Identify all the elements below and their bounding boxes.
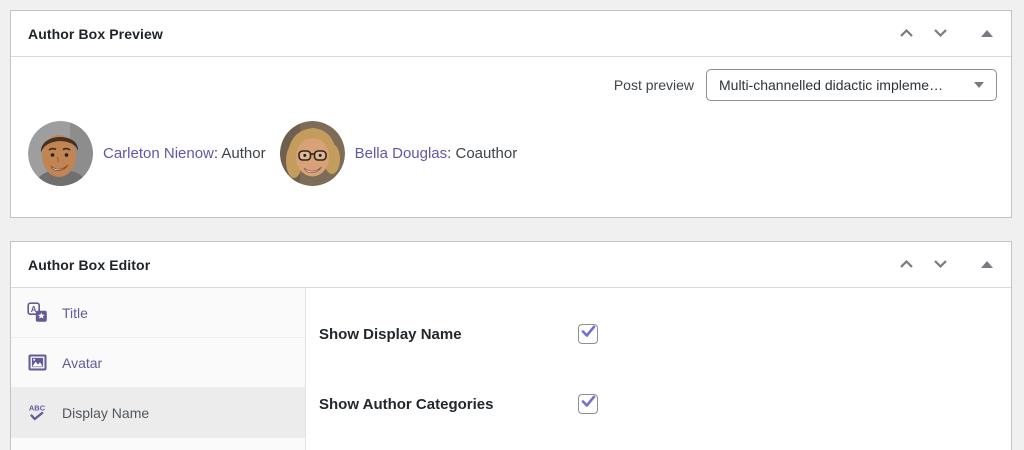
- avatar-carleton-nienow: [28, 121, 93, 186]
- chevron-down-icon: [933, 26, 948, 41]
- author-entry: Bella Douglas: Coauthor: [279, 121, 518, 186]
- author-name-link[interactable]: Bella Douglas: [355, 145, 448, 162]
- chevron-down-icon: [933, 257, 948, 272]
- author-role-text: : Coauthor: [447, 145, 518, 162]
- preview-panel-header: Author Box Preview: [11, 11, 1011, 57]
- post-preview-select[interactable]: Multi-channelled didactic impleme…: [706, 69, 997, 101]
- image-icon: [26, 352, 48, 373]
- editor-sidebar: A Title Avatar ABC Display Name: [11, 288, 306, 450]
- move-up-button[interactable]: [889, 250, 923, 280]
- spellcheck-icon: ABC: [26, 402, 48, 423]
- dropdown-arrow-icon: [974, 82, 984, 88]
- avatar-bella-douglas: [279, 121, 345, 186]
- checkmark-icon: [581, 395, 596, 413]
- editor-panel-title: Author Box Editor: [28, 256, 151, 273]
- preview-panel-title: Author Box Preview: [28, 25, 163, 42]
- author-name-link[interactable]: Carleton Nienow: [103, 145, 214, 162]
- show-display-name-label: Show Display Name: [319, 325, 462, 343]
- author-name-and-role: Carleton Nienow: Author: [103, 145, 266, 162]
- post-preview-label: Post preview: [613, 77, 694, 93]
- author-box-editor-panel: Author Box Editor A Title Avatar ABC Dis…: [10, 241, 1012, 450]
- triangle-up-icon: [981, 30, 993, 37]
- show-display-name-field: Show Display Name: [319, 319, 598, 349]
- post-preview-select-value: Multi-channelled didactic impleme…: [719, 77, 944, 93]
- sidebar-item-display-name[interactable]: ABC Display Name: [11, 388, 305, 438]
- preview-panel-controls: [889, 19, 1011, 49]
- show-display-name-checkbox[interactable]: [578, 324, 598, 344]
- show-author-categories-checkbox[interactable]: [578, 394, 598, 414]
- sidebar-item-label: Title: [62, 304, 88, 321]
- sidebar-item-label: Display Name: [62, 404, 150, 421]
- move-up-button[interactable]: [889, 19, 923, 49]
- sidebar-item-label: Avatar: [62, 354, 103, 371]
- author-name-and-role: Bella Douglas: Coauthor: [355, 145, 518, 162]
- chevron-up-icon: [899, 26, 914, 41]
- collapse-toggle-button[interactable]: [975, 19, 999, 49]
- checkmark-icon: [581, 325, 596, 343]
- author-box-preview-panel: Author Box Preview Post preview Multi-ch…: [10, 10, 1012, 218]
- translation-icon: A: [26, 302, 48, 323]
- show-author-categories-field: Show Author Categories: [319, 389, 598, 419]
- authors-preview-row: Carleton Nienow: Author Bella Douglas: C…: [28, 121, 517, 186]
- editor-panel-header: Author Box Editor: [11, 242, 1011, 288]
- collapse-toggle-button[interactable]: [975, 250, 999, 280]
- show-author-categories-label: Show Author Categories: [319, 395, 494, 413]
- triangle-up-icon: [981, 261, 993, 268]
- chevron-up-icon: [899, 257, 914, 272]
- svg-text:ABC: ABC: [29, 404, 46, 413]
- sidebar-item-avatar[interactable]: Avatar: [11, 338, 305, 388]
- author-role-text: : Author: [213, 145, 266, 162]
- move-down-button[interactable]: [923, 250, 957, 280]
- post-preview-row: Post preview Multi-channelled didactic i…: [614, 69, 997, 101]
- sidebar-item-title[interactable]: A Title: [11, 288, 305, 338]
- author-entry: Carleton Nienow: Author: [28, 121, 266, 186]
- editor-panel-controls: [889, 250, 1011, 280]
- move-down-button[interactable]: [923, 19, 957, 49]
